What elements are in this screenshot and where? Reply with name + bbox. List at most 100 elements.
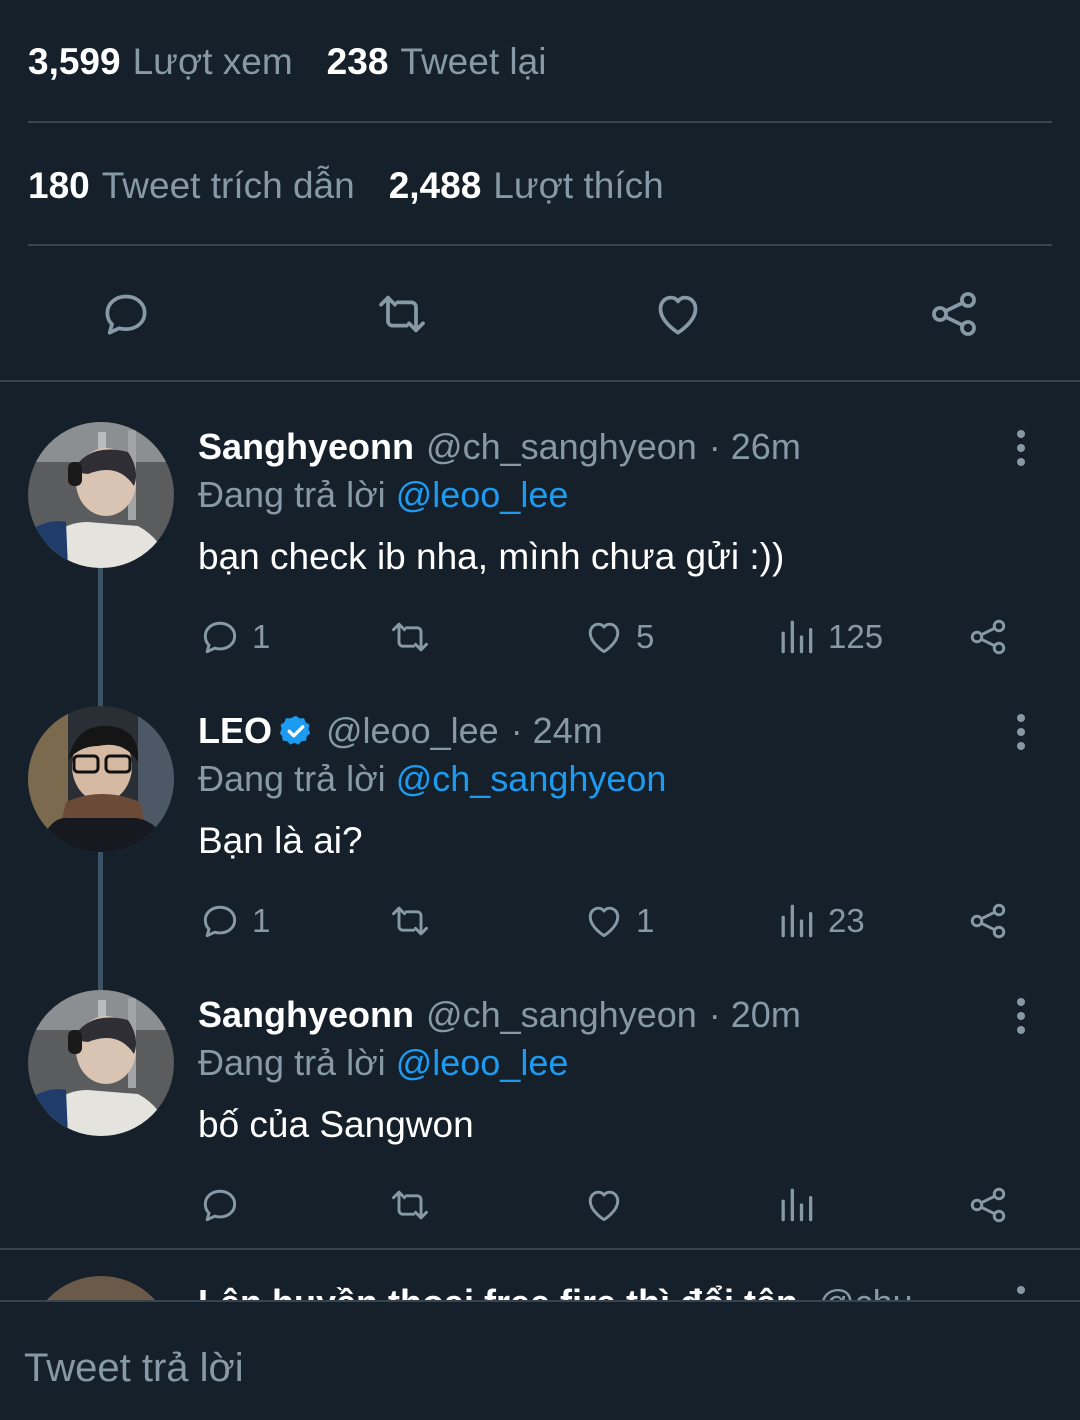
reply-count: 1 xyxy=(252,618,271,655)
retweet-button[interactable] xyxy=(388,896,442,946)
share-icon xyxy=(970,1187,1006,1223)
stats-row-views: 3,599 Lượt xem 238 Tweet lại xyxy=(28,32,580,92)
reply-button[interactable]: 1 xyxy=(198,612,270,662)
replying-to: Đang trả lời @ch_sanghyeon xyxy=(198,758,666,800)
reply-icon xyxy=(203,621,237,654)
avatar[interactable] xyxy=(28,990,174,1136)
reply-icon xyxy=(203,1189,237,1222)
avatar[interactable] xyxy=(28,1276,174,1300)
more-options-button[interactable] xyxy=(1004,428,1038,468)
stats-divider xyxy=(28,121,1052,123)
more-options-button[interactable] xyxy=(1004,712,1038,752)
like-count: 1 xyxy=(636,902,655,939)
share-icon xyxy=(970,619,1006,655)
replying-to: Đang trả lời @leoo_lee xyxy=(198,1042,568,1084)
share-button[interactable] xyxy=(966,612,1010,662)
reply-divider xyxy=(0,1248,1080,1250)
reply-button[interactable] xyxy=(96,284,156,344)
verified-badge-icon xyxy=(279,715,311,745)
display-name[interactable]: Sanghyeonn xyxy=(198,426,414,468)
heart-icon xyxy=(588,1190,620,1222)
like-button[interactable] xyxy=(648,284,708,344)
like-button[interactable]: 5 xyxy=(582,612,654,662)
avatar[interactable] xyxy=(28,422,174,568)
stats-row-quotes-likes: 180 Tweet trích dẫn 2,488 Lượt thích xyxy=(28,156,698,216)
likes-count[interactable]: 2,488 xyxy=(389,165,482,207)
replying-prefix: Đang trả lời xyxy=(198,1042,386,1083)
reply-input-placeholder[interactable]: Tweet trả lời xyxy=(24,1346,244,1391)
tweet-header: Sanghyeonn @ch_sanghyeon · 20m xyxy=(198,994,801,1036)
analytics-icon xyxy=(781,904,813,938)
user-handle[interactable]: @leoo_lee xyxy=(326,710,499,752)
reply-composer[interactable]: Tweet trả lời xyxy=(0,1300,1080,1420)
timestamp[interactable]: · 26m xyxy=(709,426,801,468)
views-button[interactable]: 125 xyxy=(774,612,883,662)
user-handle[interactable]: @ch_sanghyeon xyxy=(426,426,697,468)
mention-link[interactable]: @leoo_lee xyxy=(396,1042,569,1083)
like-count: 5 xyxy=(636,618,655,655)
main-tweet-actions xyxy=(0,276,1080,352)
retweet-icon xyxy=(392,906,428,936)
reply-button[interactable]: 1 xyxy=(198,896,270,946)
more-vertical-icon xyxy=(1017,714,1025,750)
tweet-text: Bạn là ai? xyxy=(198,820,363,861)
retweet-button[interactable] xyxy=(372,284,432,344)
heart-icon xyxy=(658,295,698,335)
reply-button[interactable] xyxy=(198,1180,252,1230)
views-button[interactable]: 23 xyxy=(774,896,865,946)
stats-divider-2 xyxy=(28,244,1052,246)
heart-icon xyxy=(588,622,620,654)
retweet-button[interactable] xyxy=(388,612,442,662)
user-handle[interactable]: @chu xyxy=(818,1282,913,1300)
avatar[interactable] xyxy=(28,706,174,852)
tweet-actions xyxy=(198,1180,1018,1230)
share-button[interactable] xyxy=(966,896,1010,946)
reply-tweet[interactable]: Sanghyeonn @ch_sanghyeon · 26m Đang trả … xyxy=(0,422,1080,708)
mention-link[interactable]: @ch_sanghyeon xyxy=(396,758,667,799)
retweets-count[interactable]: 238 xyxy=(327,41,389,83)
share-button[interactable] xyxy=(924,284,984,344)
like-button[interactable]: 1 xyxy=(582,896,654,946)
thread-line xyxy=(98,852,103,992)
share-button[interactable] xyxy=(966,1180,1010,1230)
display-name[interactable]: LEO xyxy=(198,710,272,752)
replying-prefix: Đang trả lời xyxy=(198,474,386,515)
reply-tweet[interactable]: Sanghyeonn @ch_sanghyeon · 20m Đang trả … xyxy=(0,990,1080,1248)
mention-link[interactable]: @leoo_lee xyxy=(396,474,569,515)
tweet-header: LEO @leoo_lee · 24m xyxy=(198,710,603,752)
view-count: 125 xyxy=(828,618,884,655)
timestamp[interactable]: · 20m xyxy=(709,994,801,1036)
display-name[interactable]: Lên huyền thoại free fire thì đổi tên xyxy=(198,1282,798,1300)
retweets-label[interactable]: Tweet lại xyxy=(400,41,546,83)
reply-icon xyxy=(105,294,147,335)
likes-label[interactable]: Lượt thích xyxy=(493,165,663,207)
more-vertical-icon[interactable] xyxy=(1004,1284,1038,1300)
reply-tweet[interactable]: LEO @leoo_lee · 24m Đang trả lời @ch_san… xyxy=(0,706,1080,992)
retweet-icon xyxy=(392,1190,428,1220)
thread-line xyxy=(98,568,103,708)
views-label: Lượt xem xyxy=(132,41,293,82)
share-icon xyxy=(970,903,1006,939)
share-icon xyxy=(932,292,976,336)
replying-to: Đang trả lời @leoo_lee xyxy=(198,474,568,516)
quotes-label[interactable]: Tweet trích dẫn xyxy=(102,165,355,207)
quotes-count[interactable]: 180 xyxy=(28,165,90,207)
replying-prefix: Đang trả lời xyxy=(198,758,386,799)
analytics-icon xyxy=(781,620,813,654)
timestamp[interactable]: · 24m xyxy=(511,710,603,752)
partial-tweet[interactable]: Lên huyền thoại free fire thì đổi tên @c… xyxy=(0,1272,1080,1300)
display-name[interactable]: Sanghyeonn xyxy=(198,994,414,1036)
user-handle[interactable]: @ch_sanghyeon xyxy=(426,994,697,1036)
tweet-actions: 1 5 125 xyxy=(198,612,1018,662)
retweet-button[interactable] xyxy=(388,1180,442,1230)
more-options-button[interactable] xyxy=(1004,996,1038,1036)
reply-icon xyxy=(203,905,237,938)
like-button[interactable] xyxy=(582,1180,636,1230)
more-vertical-icon xyxy=(1017,998,1025,1034)
views-button[interactable] xyxy=(774,1180,828,1230)
section-divider xyxy=(0,380,1080,382)
retweet-icon xyxy=(379,295,425,333)
analytics-icon xyxy=(781,1188,813,1222)
views-count: 3,599 xyxy=(28,41,121,82)
tweet-header: Sanghyeonn @ch_sanghyeon · 26m xyxy=(198,426,801,468)
